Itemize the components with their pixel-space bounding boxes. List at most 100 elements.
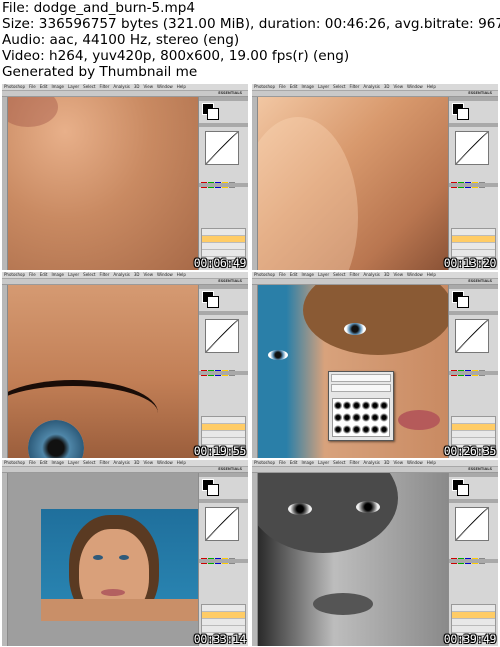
menu-item-select[interactable]: Select <box>331 460 347 465</box>
menu-item-view[interactable]: View <box>142 84 156 89</box>
workspace-label[interactable]: ESSENTIALS <box>218 91 242 96</box>
thumbnail-2[interactable]: Photoshop File Edit Image Layer Select Filter A… <box>252 84 498 270</box>
menu-item-edit[interactable]: Edit <box>38 84 50 89</box>
menu-item-edit[interactable]: Edit <box>288 460 300 465</box>
thumbnail-3[interactable]: Photoshop File Edit Image Layer Select Filter A… <box>2 272 248 458</box>
menu-item-view[interactable]: View <box>392 460 406 465</box>
menu-item-image[interactable]: Image <box>49 84 66 89</box>
menu-item-window[interactable]: Window <box>405 84 425 89</box>
menu-item-image[interactable]: Image <box>49 272 66 277</box>
menu-item-photoshop[interactable]: Photoshop <box>252 84 277 89</box>
workspace-label[interactable]: ESSENTIALS <box>468 467 492 472</box>
curves-graph[interactable] <box>205 319 239 353</box>
curves-graph[interactable] <box>455 131 489 165</box>
menu-item-filter[interactable]: Filter <box>348 84 362 89</box>
swatches-row[interactable] <box>451 173 495 188</box>
menu-item-select[interactable]: Select <box>331 84 347 89</box>
thumbnail-6[interactable]: Photoshop File Edit Image Layer Select Filter A… <box>252 460 498 646</box>
menu-item-layer[interactable]: Layer <box>316 84 331 89</box>
swatches-row[interactable] <box>451 549 495 564</box>
menu-item-image[interactable]: Image <box>49 460 66 465</box>
menu-item-select[interactable]: Select <box>81 84 97 89</box>
menu-item-layer[interactable]: Layer <box>66 84 81 89</box>
menu-item-select[interactable]: Select <box>81 460 97 465</box>
background-color-icon[interactable] <box>457 296 469 308</box>
menu-item-photoshop[interactable]: Photoshop <box>2 272 27 277</box>
menu-item-view[interactable]: View <box>392 84 406 89</box>
menu-item-layer[interactable]: Layer <box>66 272 81 277</box>
document-canvas[interactable] <box>258 473 448 646</box>
menu-item-image[interactable]: Image <box>299 272 316 277</box>
menu-item-analysis[interactable]: Analysis <box>111 272 131 277</box>
menu-item-photoshop[interactable]: Photoshop <box>2 460 27 465</box>
menu-item-file[interactable]: File <box>277 84 288 89</box>
curves-graph[interactable] <box>455 319 489 353</box>
menu-item-3d[interactable]: 3D <box>382 84 392 89</box>
menu-item-select[interactable]: Select <box>81 272 97 277</box>
menu-item-help[interactable]: Help <box>425 460 438 465</box>
menu-item-filter[interactable]: Filter <box>98 460 112 465</box>
menu-item-help[interactable]: Help <box>425 272 438 277</box>
swatches-row[interactable] <box>451 361 495 376</box>
curves-graph[interactable] <box>205 131 239 165</box>
menu-item-file[interactable]: File <box>27 84 38 89</box>
workspace-label[interactable]: ESSENTIALS <box>218 279 242 284</box>
menu-item-file[interactable]: File <box>277 460 288 465</box>
document-canvas[interactable] <box>8 473 198 646</box>
background-color-icon[interactable] <box>207 296 219 308</box>
thumbnail-4[interactable]: Photoshop File Edit Image Layer Select Filter A… <box>252 272 498 458</box>
menu-item-analysis[interactable]: Analysis <box>111 460 131 465</box>
menu-item-filter[interactable]: Filter <box>348 460 362 465</box>
menu-item-image[interactable]: Image <box>299 460 316 465</box>
curves-graph[interactable] <box>455 507 489 541</box>
document-canvas[interactable] <box>8 97 198 270</box>
menu-item-photoshop[interactable]: Photoshop <box>252 460 277 465</box>
menu-item-edit[interactable]: Edit <box>38 460 50 465</box>
background-color-icon[interactable] <box>207 484 219 496</box>
menu-item-layer[interactable]: Layer <box>316 272 331 277</box>
workspace-label[interactable]: ESSENTIALS <box>468 279 492 284</box>
menu-item-analysis[interactable]: Analysis <box>361 272 381 277</box>
menu-item-analysis[interactable]: Analysis <box>361 460 381 465</box>
thumbnail-5[interactable]: Photoshop File Edit Image Layer Select Filter A… <box>2 460 248 646</box>
swatches-row[interactable] <box>201 173 245 188</box>
swatches-row[interactable] <box>201 361 245 376</box>
menu-item-window[interactable]: Window <box>405 272 425 277</box>
menu-item-3d[interactable]: 3D <box>132 272 142 277</box>
menu-item-view[interactable]: View <box>392 272 406 277</box>
menu-item-view[interactable]: View <box>142 460 156 465</box>
menu-item-3d[interactable]: 3D <box>132 460 142 465</box>
menu-item-window[interactable]: Window <box>405 460 425 465</box>
menu-item-help[interactable]: Help <box>175 84 188 89</box>
swatches-row[interactable] <box>201 549 245 564</box>
menu-item-3d[interactable]: 3D <box>132 84 142 89</box>
curves-graph[interactable] <box>205 507 239 541</box>
menu-item-window[interactable]: Window <box>155 84 175 89</box>
workspace-label[interactable]: ESSENTIALS <box>218 467 242 472</box>
menu-item-help[interactable]: Help <box>175 460 188 465</box>
menu-item-photoshop[interactable]: Photoshop <box>2 84 27 89</box>
menu-item-3d[interactable]: 3D <box>382 272 392 277</box>
document-canvas[interactable] <box>8 285 198 458</box>
menu-item-edit[interactable]: Edit <box>38 272 50 277</box>
menu-item-filter[interactable]: Filter <box>348 272 362 277</box>
menu-item-window[interactable]: Window <box>155 272 175 277</box>
menu-item-window[interactable]: Window <box>155 460 175 465</box>
menu-item-edit[interactable]: Edit <box>288 272 300 277</box>
menu-item-edit[interactable]: Edit <box>288 84 300 89</box>
menu-item-analysis[interactable]: Analysis <box>361 84 381 89</box>
menu-item-file[interactable]: File <box>27 272 38 277</box>
menu-item-help[interactable]: Help <box>425 84 438 89</box>
menu-item-3d[interactable]: 3D <box>382 460 392 465</box>
brush-picker-popup[interactable] <box>328 371 394 441</box>
menu-item-view[interactable]: View <box>142 272 156 277</box>
menu-item-help[interactable]: Help <box>175 272 188 277</box>
menu-item-filter[interactable]: Filter <box>98 84 112 89</box>
background-color-icon[interactable] <box>207 108 219 120</box>
background-color-icon[interactable] <box>457 108 469 120</box>
menu-item-image[interactable]: Image <box>299 84 316 89</box>
document-canvas[interactable] <box>258 285 448 458</box>
menu-item-filter[interactable]: Filter <box>98 272 112 277</box>
thumbnail-1[interactable]: Photoshop File Edit Image Layer Select Filter A… <box>2 84 248 270</box>
menu-item-layer[interactable]: Layer <box>66 460 81 465</box>
